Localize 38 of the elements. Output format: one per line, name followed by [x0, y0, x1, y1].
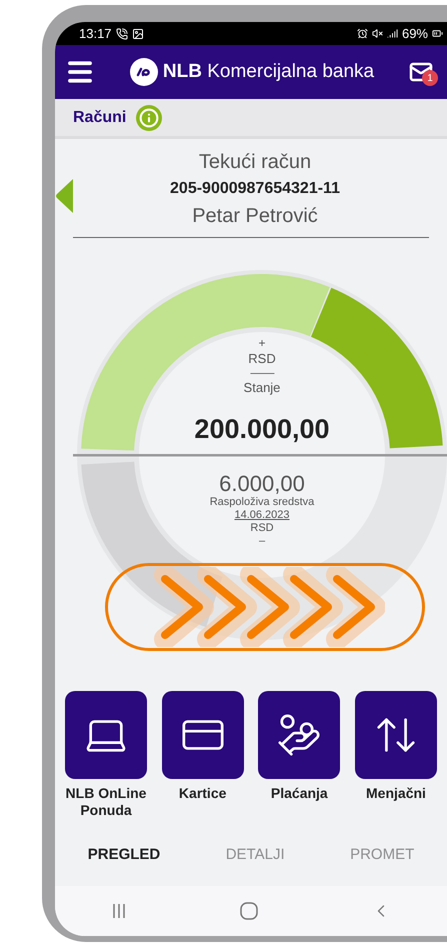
bank-name: NLB Komercijalna banka — [162, 60, 374, 84]
tab[interactable]: PREGLED — [82, 844, 166, 866]
balance-label: Stanje — [244, 378, 280, 397]
status-time: 13:17 — [79, 24, 112, 43]
shortcut-label: Plaćanja — [270, 785, 328, 802]
image-icon — [132, 28, 144, 40]
unread-badge: 1 — [422, 70, 438, 86]
shortcut-tile[interactable] — [258, 691, 340, 779]
mute-icon — [372, 28, 383, 39]
shortcut-tile[interactable] — [65, 691, 147, 779]
alarm-icon — [356, 28, 368, 39]
account-owner: Petar Petrović — [192, 204, 318, 229]
shortcut-label: NLB OnLine Ponuda — [64, 785, 148, 819]
balance-amount: 200.000,00 — [194, 413, 330, 446]
shortcut-tile[interactable] — [354, 691, 437, 779]
section-title: Računi — [73, 108, 126, 128]
available-date: 14.06.2023 — [234, 509, 290, 522]
shortcut-tile[interactable] — [162, 691, 244, 779]
hand-coins-icon — [276, 712, 322, 758]
account-number: 205-9000987654321-11 — [170, 179, 340, 199]
mail-icon[interactable] — [409, 60, 433, 84]
call-icon — [116, 28, 128, 40]
shortcut-label: Kartice — [178, 785, 226, 802]
tab[interactable]: PROMET — [344, 844, 420, 866]
tab[interactable]: DETALJI — [220, 844, 291, 866]
minus-sign: – — [258, 535, 266, 548]
available-amount: 6.000,00 — [219, 472, 305, 496]
battery-icon — [432, 28, 443, 39]
recent-apps-icon[interactable] — [111, 903, 128, 919]
shortcut-label: Menjačni — [366, 785, 426, 802]
account-type: Tekući račun — [198, 150, 312, 175]
battery-percentage: 69% — [402, 24, 428, 43]
home-icon[interactable] — [240, 902, 258, 920]
available-currency: RSD — [250, 522, 274, 535]
plus-sign: + — [258, 337, 266, 349]
currency-label: RSD — [248, 350, 276, 368]
logo-icon — [130, 58, 158, 86]
available-label: Raspoloživa sredstva — [210, 496, 314, 509]
